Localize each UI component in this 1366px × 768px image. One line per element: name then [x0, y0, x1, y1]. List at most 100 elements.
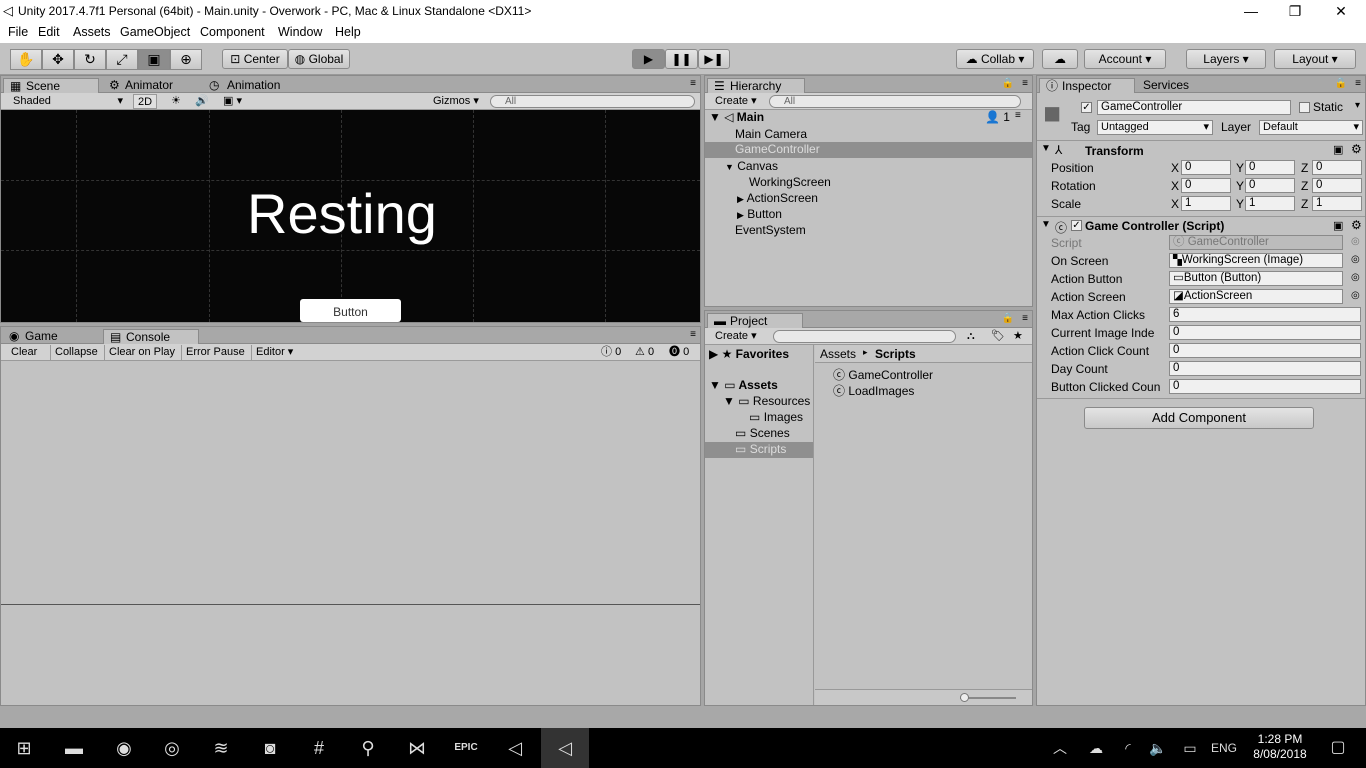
2d-toggle[interactable]: 2D: [133, 94, 157, 109]
scene-root-row[interactable]: ▼ ◁ Main 👤 1 ≡: [709, 110, 1031, 126]
component-settings-gear-icon[interactable]: ⚙: [1351, 142, 1362, 156]
tab-game[interactable]: ◉ Game: [3, 329, 99, 344]
day-count-input[interactable]: 0: [1169, 361, 1361, 376]
favorite-star-icon[interactable]: ★: [1009, 329, 1027, 344]
collab-button[interactable]: ☁ Collab ▾: [956, 49, 1034, 69]
tab-console[interactable]: ▤ Console: [103, 329, 199, 344]
expand-arrow-icon[interactable]: ▼: [725, 162, 734, 172]
hierarchy-item-canvas[interactable]: ▼ Canvas: [725, 159, 778, 173]
pause-button[interactable]: ❚❚: [665, 49, 698, 69]
console-divider[interactable]: [1, 604, 700, 605]
object-picker-icon[interactable]: ◎: [1351, 290, 1360, 301]
hierarchy-item[interactable]: Main Camera: [735, 127, 807, 141]
project-search-input[interactable]: [773, 330, 956, 343]
error-filter-button[interactable]: ⓿ 0: [665, 345, 693, 360]
icon-size-slider-handle[interactable]: [960, 693, 969, 702]
filter-type-icon[interactable]: ⛬: [963, 329, 979, 344]
hierarchy-search-input[interactable]: All: [769, 95, 1021, 108]
scene-button-object[interactable]: Button: [300, 299, 401, 322]
unity-hub-icon[interactable]: ◁: [491, 728, 539, 768]
static-dropdown-icon[interactable]: ▾: [1355, 100, 1360, 111]
shading-dropdown[interactable]: Shaded ▾: [9, 94, 127, 109]
breadcrumb-assets[interactable]: Assets: [820, 347, 856, 361]
visual-studio-icon[interactable]: ⋈: [393, 728, 441, 768]
step-button[interactable]: ▶❚: [698, 49, 730, 69]
menu-help[interactable]: Help: [335, 25, 361, 39]
show-hidden-icons-chevron-icon[interactable]: ︿: [1040, 728, 1080, 768]
pivot-center-button[interactable]: ⊡ Center: [222, 49, 288, 69]
tab-animator[interactable]: ⚙ Animator: [103, 78, 203, 93]
folder-scenes-row[interactable]: ▭ Scenes: [735, 426, 790, 440]
hierarchy-item-selected[interactable]: GameController: [705, 142, 1032, 158]
tab-hierarchy[interactable]: ☰ Hierarchy: [707, 78, 805, 93]
current-image-index-input[interactable]: 0: [1169, 325, 1361, 340]
folder-scripts-row-selected[interactable]: ▭ Scripts: [705, 442, 813, 458]
hierarchy-item-actionscreen[interactable]: ▶ ActionScreen: [737, 191, 818, 205]
action-button-field[interactable]: ▭Button (Button): [1169, 271, 1343, 286]
hierarchy-item[interactable]: EventSystem: [735, 223, 806, 237]
position-x-input[interactable]: 0: [1181, 160, 1231, 175]
move-tool-icon[interactable]: ✥: [42, 49, 74, 70]
script-file-row[interactable]: ⓒ LoadImages: [833, 382, 914, 399]
account-dropdown[interactable]: Account ▾: [1084, 49, 1166, 69]
scene-search-input[interactable]: All: [490, 95, 695, 108]
hierarchy-item[interactable]: WorkingScreen: [749, 175, 831, 189]
rotation-x-input[interactable]: 0: [1181, 178, 1231, 193]
help-icon[interactable]: ▣: [1333, 219, 1343, 232]
info-filter-button[interactable]: ⓘ 0: [597, 345, 625, 360]
lock-icon[interactable]: 🔒: [1002, 313, 1014, 324]
clear-on-play-button[interactable]: Clear on Play: [104, 345, 179, 360]
epic-games-icon[interactable]: EPIC: [442, 728, 490, 768]
max-action-clicks-input[interactable]: 6: [1169, 307, 1361, 322]
lock-icon[interactable]: 🔒: [1335, 78, 1347, 89]
menu-assets[interactable]: Assets: [73, 25, 111, 39]
scene-menu-icon[interactable]: ≡: [1015, 110, 1021, 121]
error-pause-button[interactable]: Error Pause: [181, 345, 249, 360]
filter-label-icon[interactable]: 🏷: [987, 329, 1009, 344]
windows-start-icon[interactable]: ⊞: [0, 728, 48, 768]
discord-icon[interactable]: ◙: [246, 728, 294, 768]
chrome-icon[interactable]: ◉: [100, 728, 148, 768]
object-picker-icon[interactable]: ◎: [1351, 254, 1360, 265]
position-z-input[interactable]: 0: [1312, 160, 1362, 175]
tab-animation[interactable]: ◷ Animation: [205, 78, 305, 93]
scale-x-input[interactable]: 1: [1181, 196, 1231, 211]
tag-dropdown[interactable]: Untagged ▾: [1097, 120, 1213, 135]
scale-tool-icon[interactable]: ⤢: [106, 49, 138, 70]
spotify-icon[interactable]: ≋: [197, 728, 245, 768]
breadcrumb-scripts[interactable]: Scripts: [875, 347, 916, 361]
tab-scene[interactable]: ▦ Scene: [3, 78, 99, 93]
component-settings-gear-icon[interactable]: ⚙: [1351, 218, 1362, 232]
gameobject-name-input[interactable]: GameController: [1097, 100, 1291, 115]
collapse-button[interactable]: Collapse: [50, 345, 102, 360]
minimize-button[interactable]: —: [1228, 0, 1274, 23]
global-space-button[interactable]: ◍ Global: [288, 49, 350, 69]
menu-gameobject[interactable]: GameObject: [120, 25, 190, 39]
scene-view[interactable]: Resting Button: [1, 110, 700, 322]
layout-dropdown[interactable]: Layout ▾: [1274, 49, 1356, 69]
console-log-area[interactable]: [1, 361, 700, 605]
active-checkbox[interactable]: ✓: [1081, 102, 1092, 113]
transform-foldout-arrow-icon[interactable]: ▼: [1041, 143, 1051, 154]
button-clicked-count-input[interactable]: 0: [1169, 379, 1361, 394]
slack-icon[interactable]: #: [295, 728, 343, 768]
menu-window[interactable]: Window: [278, 25, 322, 39]
services-cloud-button[interactable]: ☁: [1042, 49, 1078, 69]
script-enabled-checkbox[interactable]: ✓: [1071, 220, 1082, 231]
folder-images-row[interactable]: ▭ Images: [749, 410, 803, 424]
favorites-row[interactable]: ▶ ★ Favorites: [709, 347, 789, 361]
collapse-arrow-icon[interactable]: ▶: [737, 194, 744, 204]
rect-tool-icon[interactable]: ▣: [138, 49, 170, 70]
warning-filter-button[interactable]: ⚠ 0: [631, 345, 658, 360]
unity-editor-icon[interactable]: ◁: [541, 728, 589, 768]
scale-z-input[interactable]: 1: [1312, 196, 1362, 211]
panel-menu-icon[interactable]: ≡: [1022, 313, 1028, 324]
maps-pin-icon[interactable]: ⚲: [344, 728, 392, 768]
script-foldout-arrow-icon[interactable]: ▼: [1041, 219, 1051, 230]
action-center-notification-icon[interactable]: ▢: [1318, 728, 1358, 768]
close-button[interactable]: ✕: [1318, 0, 1364, 23]
play-button[interactable]: ▶: [632, 49, 665, 69]
static-checkbox[interactable]: [1299, 102, 1310, 113]
editor-dropdown[interactable]: Editor ▾: [251, 345, 297, 360]
folder-resources-row[interactable]: ▼ ▭ Resources: [723, 394, 810, 408]
